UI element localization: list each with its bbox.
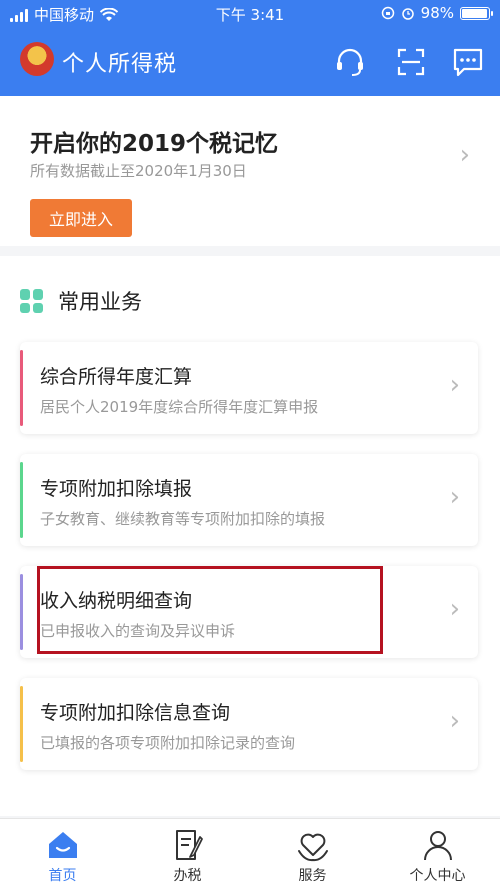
service-card-annual-settlement[interactable]: 综合所得年度汇算 居民个人2019年度综合所得年度汇算申报 › — [20, 342, 478, 434]
tab-service[interactable]: 服务 — [250, 819, 375, 889]
chevron-right-icon: › — [449, 706, 460, 736]
section-header: 常用业务 — [20, 286, 142, 316]
status-right: 98% — [381, 4, 493, 22]
memory-banner[interactable]: 开启你的2019个税记忆 所有数据截止至2020年1月30日 立即进入 › — [0, 96, 500, 246]
tab-home[interactable]: 首页 — [0, 819, 125, 889]
status-bar: 中国移动 下午 3:41 98% — [0, 0, 500, 28]
grid-icon — [20, 289, 44, 313]
alarm-icon — [401, 8, 414, 20]
card-subtitle: 已填报的各项专项附加扣除记录的查询 — [40, 734, 296, 752]
service-card-deduction-filing[interactable]: 专项附加扣除填报 子女教育、继续教育等专项附加扣除的填报 › — [20, 454, 478, 546]
card-subtitle: 已申报收入的查询及异议申诉 — [40, 622, 236, 640]
tab-label: 办税 — [173, 868, 202, 884]
app-title: 个人所得税 — [62, 52, 178, 77]
battery-fill — [462, 8, 488, 18]
banner-title: 开启你的2019个税记忆 — [30, 131, 279, 157]
card-title: 专项附加扣除信息查询 — [40, 702, 231, 724]
home-icon — [48, 832, 77, 858]
enter-now-button[interactable]: 立即进入 — [30, 199, 132, 237]
card-subtitle: 子女教育、继续教育等专项附加扣除的填报 — [40, 510, 326, 528]
tab-label: 首页 — [48, 868, 77, 884]
user-icon — [423, 831, 452, 861]
message-icon[interactable] — [450, 44, 486, 80]
chevron-right-icon: › — [449, 594, 460, 624]
rotation-lock-icon — [381, 6, 394, 20]
card-title: 综合所得年度汇算 — [40, 366, 193, 388]
battery-icon — [460, 6, 493, 20]
card-accent — [20, 462, 23, 538]
chevron-right-icon: › — [449, 370, 460, 400]
tab-label: 服务 — [298, 868, 327, 884]
tax-emblem-logo — [20, 42, 54, 76]
chevron-right-icon: › — [459, 140, 470, 170]
app-header: 个人所得税 — [0, 28, 500, 96]
card-title: 专项附加扣除填报 — [40, 478, 193, 500]
bottom-tab-bar: 首页 办税 服务 个人中心 — [0, 818, 500, 889]
service-card-deduction-info-query[interactable]: 专项附加扣除信息查询 已填报的各项专项附加扣除记录的查询 › — [20, 678, 478, 770]
scan-icon[interactable] — [393, 44, 429, 80]
section-title: 常用业务 — [58, 290, 142, 314]
battery-percent: 98% — [420, 4, 454, 22]
service-card-income-tax-query[interactable]: 收入纳税明细查询 已申报收入的查询及异议申诉 › — [20, 566, 478, 658]
service-heart-icon — [297, 833, 328, 862]
card-accent — [20, 686, 23, 762]
card-accent — [20, 574, 23, 650]
tab-tax[interactable]: 办税 — [125, 819, 250, 889]
tab-personal-center[interactable]: 个人中心 — [375, 819, 500, 889]
card-subtitle: 居民个人2019年度综合所得年度汇算申报 — [40, 398, 319, 416]
headset-icon[interactable] — [332, 44, 368, 80]
tax-form-icon — [175, 830, 203, 860]
tab-label: 个人中心 — [409, 868, 466, 884]
chevron-right-icon: › — [449, 482, 460, 512]
card-title: 收入纳税明细查询 — [40, 590, 193, 612]
banner-subtitle: 所有数据截止至2020年1月30日 — [30, 162, 247, 180]
card-accent — [20, 350, 23, 426]
